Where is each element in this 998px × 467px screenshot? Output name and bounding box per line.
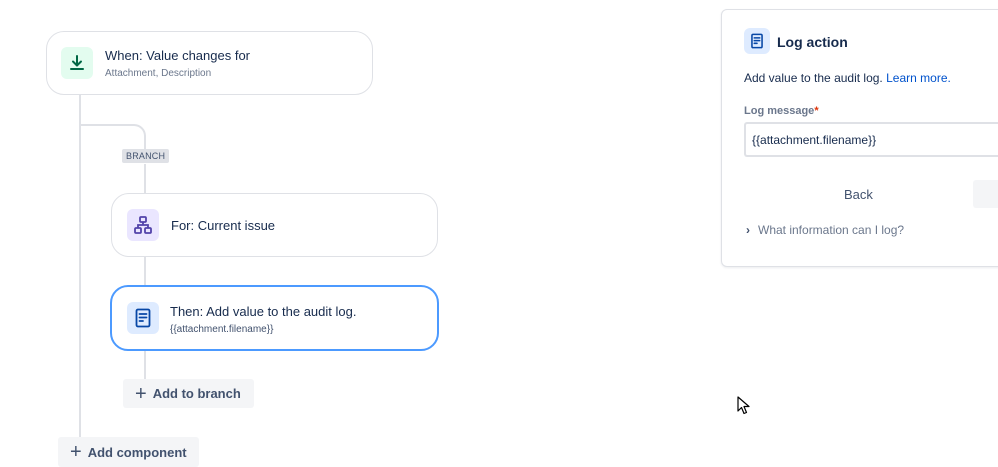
- branch-badge: BRANCH: [122, 149, 170, 163]
- info-expander[interactable]: › What information can I log?: [746, 223, 904, 237]
- trigger-title: When: Value changes for: [105, 48, 251, 63]
- log-action-panel: Log action Add value to the audit log. L…: [721, 9, 998, 267]
- panel-title: Log action: [777, 34, 848, 50]
- chevron-right-icon: ›: [746, 223, 750, 237]
- log-message-label-text: Log message: [744, 105, 815, 117]
- branch-connector-line: [144, 164, 146, 194]
- required-marker: *: [814, 105, 819, 117]
- for-current-issue-card[interactable]: For: Current issue: [111, 193, 438, 257]
- branch-icon-box: [127, 209, 159, 241]
- add-component-button[interactable]: + Add component: [58, 437, 199, 467]
- add-to-branch-label: Add to branch: [152, 386, 241, 401]
- branch-connector-line: [144, 256, 146, 286]
- document-icon: [135, 308, 151, 328]
- back-button[interactable]: Back: [844, 187, 873, 202]
- trigger-subtitle: Attachment, Description: [105, 68, 212, 79]
- add-component-label: Add component: [87, 444, 187, 460]
- audit-log-action-card[interactable]: Then: Add value to the audit log. {{atta…: [110, 285, 439, 351]
- hierarchy-icon: [134, 216, 152, 234]
- for-card-title: For: Current issue: [171, 218, 276, 233]
- info-expander-label: What information can I log?: [758, 223, 905, 237]
- log-message-label: Log message*: [744, 105, 819, 117]
- log-message-value: {{attachment.filename}}: [752, 133, 877, 147]
- plus-icon: +: [135, 382, 147, 405]
- action-icon-box: [127, 302, 159, 334]
- log-message-field[interactable]: {{attachment.filename}}: [744, 122, 998, 157]
- plus-icon: +: [70, 441, 82, 463]
- trigger-icon-box: [61, 47, 93, 79]
- description-text: Add value to the audit log.: [744, 71, 883, 85]
- panel-icon-box: [744, 28, 770, 54]
- learn-more-link[interactable]: Learn more.: [886, 71, 951, 85]
- download-arrow-icon: [70, 55, 84, 70]
- panel-description: Add value to the audit log. Learn more.: [744, 71, 951, 85]
- action-card-title: Then: Add value to the audit log.: [170, 304, 357, 319]
- trigger-card[interactable]: When: Value changes for Attachment, Desc…: [46, 31, 373, 95]
- action-card-subtitle: {{attachment.filename}}: [170, 324, 274, 335]
- save-button[interactable]: [973, 180, 998, 208]
- document-icon: [751, 33, 763, 49]
- add-to-branch-button[interactable]: + Add to branch: [123, 379, 254, 408]
- branch-connector-line: [144, 350, 146, 380]
- mouse-cursor-icon: [737, 396, 750, 415]
